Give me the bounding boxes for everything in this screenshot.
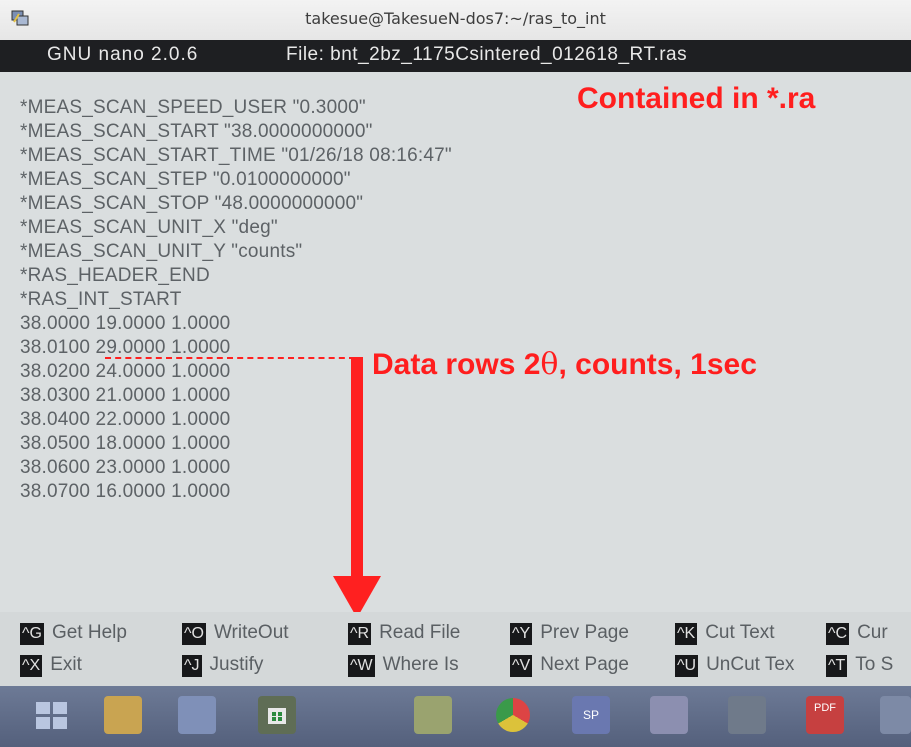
shortcut-label: UnCut Tex — [706, 654, 795, 675]
shortcut-justify[interactable]: ^J Justify — [182, 652, 263, 678]
annotation-data-rows-suffix: , counts, 1sec — [558, 348, 757, 381]
shortcut-uncut-text[interactable]: ^U UnCut Tex — [675, 652, 794, 678]
annotation-theta: θ — [540, 347, 559, 382]
shortcut-next-page[interactable]: ^V Next Page — [510, 652, 629, 678]
annotation-data-rows: Data rows 2θ, counts, 1sec — [372, 347, 757, 382]
shortcut-key: ^R — [348, 623, 372, 645]
shortcut-label: Cur — [857, 622, 888, 643]
shortcut-key: ^O — [182, 623, 206, 645]
shortcut-label: Read File — [379, 622, 461, 643]
shortcut-key: ^K — [675, 623, 698, 645]
app-icon[interactable] — [880, 696, 911, 734]
shortcut-label: To S — [855, 654, 894, 675]
shortcut-where-is[interactable]: ^W Where Is — [348, 652, 459, 678]
photos-icon[interactable] — [178, 696, 216, 734]
shortcut-label: Justify — [209, 654, 264, 675]
shortcut-exit[interactable]: ^X Exit — [20, 652, 82, 678]
text-line: *MEAS_SCAN_UNIT_X "deg" — [20, 217, 278, 238]
shortcut-label: Where Is — [382, 654, 459, 675]
annotation-arrow-shaft — [351, 357, 363, 579]
nano-header-bar: GNU nano 2.0.6 File: bnt_2bz_1175Csinter… — [0, 40, 911, 72]
shortcut-label: Cut Text — [705, 622, 775, 643]
nano-version: GNU nano 2.0.6 — [47, 44, 199, 65]
text-line: *MEAS_SCAN_START "38.0000000000" — [20, 121, 373, 142]
nano-shortcut-bar: ^G Get Help ^O WriteOut ^R Read File ^Y Prev… — [0, 612, 911, 686]
annotation-contained-in: Contained in *.ra — [577, 82, 816, 115]
shortcut-key: ^W — [348, 655, 375, 677]
shortcut-key: ^C — [826, 623, 850, 645]
data-row: 38.0300 21.0000 1.0000 — [20, 385, 231, 406]
pdf-icon[interactable]: PDF — [806, 696, 844, 734]
shortcut-label: Prev Page — [540, 622, 629, 643]
data-row: 38.0700 16.0000 1.0000 — [20, 481, 231, 502]
nano-file-name: File: bnt_2bz_1175Csintered_012618_RT.ra… — [286, 44, 688, 65]
shortcut-cur-pos[interactable]: ^C Cur — [826, 620, 888, 646]
text-line: *MEAS_SCAN_STOP "48.0000000000" — [20, 193, 364, 214]
shortcut-key: ^J — [182, 655, 202, 677]
sp-app-icon[interactable]: SP — [572, 696, 610, 734]
data-row: 38.0600 23.0000 1.0000 — [20, 457, 231, 478]
shortcut-label: Exit — [50, 654, 82, 675]
data-row: 38.0500 18.0000 1.0000 — [20, 433, 231, 454]
shortcut-key: ^T — [826, 655, 848, 677]
store-icon[interactable] — [258, 696, 296, 734]
text-line: *MEAS_SCAN_SPEED_USER "0.3000" — [20, 97, 366, 118]
shortcut-key: ^Y — [510, 623, 533, 645]
shortcut-key: ^U — [675, 655, 699, 677]
taskbar: SP PDF — [0, 686, 911, 747]
data-row: 38.0000 19.0000 1.0000 — [20, 313, 231, 334]
data-row: 38.0400 22.0000 1.0000 — [20, 409, 231, 430]
shortcut-label: WriteOut — [213, 622, 289, 643]
shortcut-label: Get Help — [51, 622, 127, 643]
text-line: *MEAS_SCAN_UNIT_Y "counts" — [20, 241, 303, 262]
paint-icon[interactable] — [650, 696, 688, 734]
windows-start-icon[interactable] — [36, 702, 68, 730]
data-row: 38.0200 24.0000 1.0000 — [20, 361, 231, 382]
text-line: *MEAS_SCAN_STEP "0.0100000000" — [20, 169, 351, 190]
text-line: *RAS_HEADER_END — [20, 265, 210, 286]
annotation-data-rows-prefix: Data rows 2 — [372, 348, 541, 381]
terminal-text-area[interactable]: *MEAS_SCAN_SPEED_USER "0.3000" *MEAS_SCA… — [0, 72, 911, 612]
window-title: takesue@TakesueN-dos7:~/ras_to_int — [305, 9, 606, 28]
shortcut-label: Next Page — [540, 654, 629, 675]
shortcut-prev-page[interactable]: ^Y Prev Page — [510, 620, 629, 646]
shortcut-key: ^G — [20, 623, 44, 645]
shortcut-to-spell[interactable]: ^T To S — [826, 652, 893, 678]
image-viewer-icon[interactable] — [414, 696, 452, 734]
shortcut-cut-text[interactable]: ^K Cut Text — [675, 620, 775, 646]
calculator-icon[interactable] — [728, 696, 766, 734]
file-explorer-icon[interactable] — [104, 696, 142, 734]
window-title-bar: takesue@TakesueN-dos7:~/ras_to_int — [0, 0, 911, 41]
shortcut-writeout[interactable]: ^O WriteOut — [182, 620, 289, 646]
shortcut-key: ^V — [510, 655, 533, 677]
text-line: *MEAS_SCAN_START_TIME "01/26/18 08:16:47… — [20, 145, 452, 166]
annotation-dashed-line — [105, 357, 355, 359]
text-line: *RAS_INT_START — [20, 289, 182, 310]
chrome-icon[interactable] — [496, 698, 530, 732]
shortcut-key: ^X — [20, 655, 43, 677]
shortcut-read-file[interactable]: ^R Read File — [348, 620, 460, 646]
shortcut-get-help[interactable]: ^G Get Help — [20, 620, 127, 646]
